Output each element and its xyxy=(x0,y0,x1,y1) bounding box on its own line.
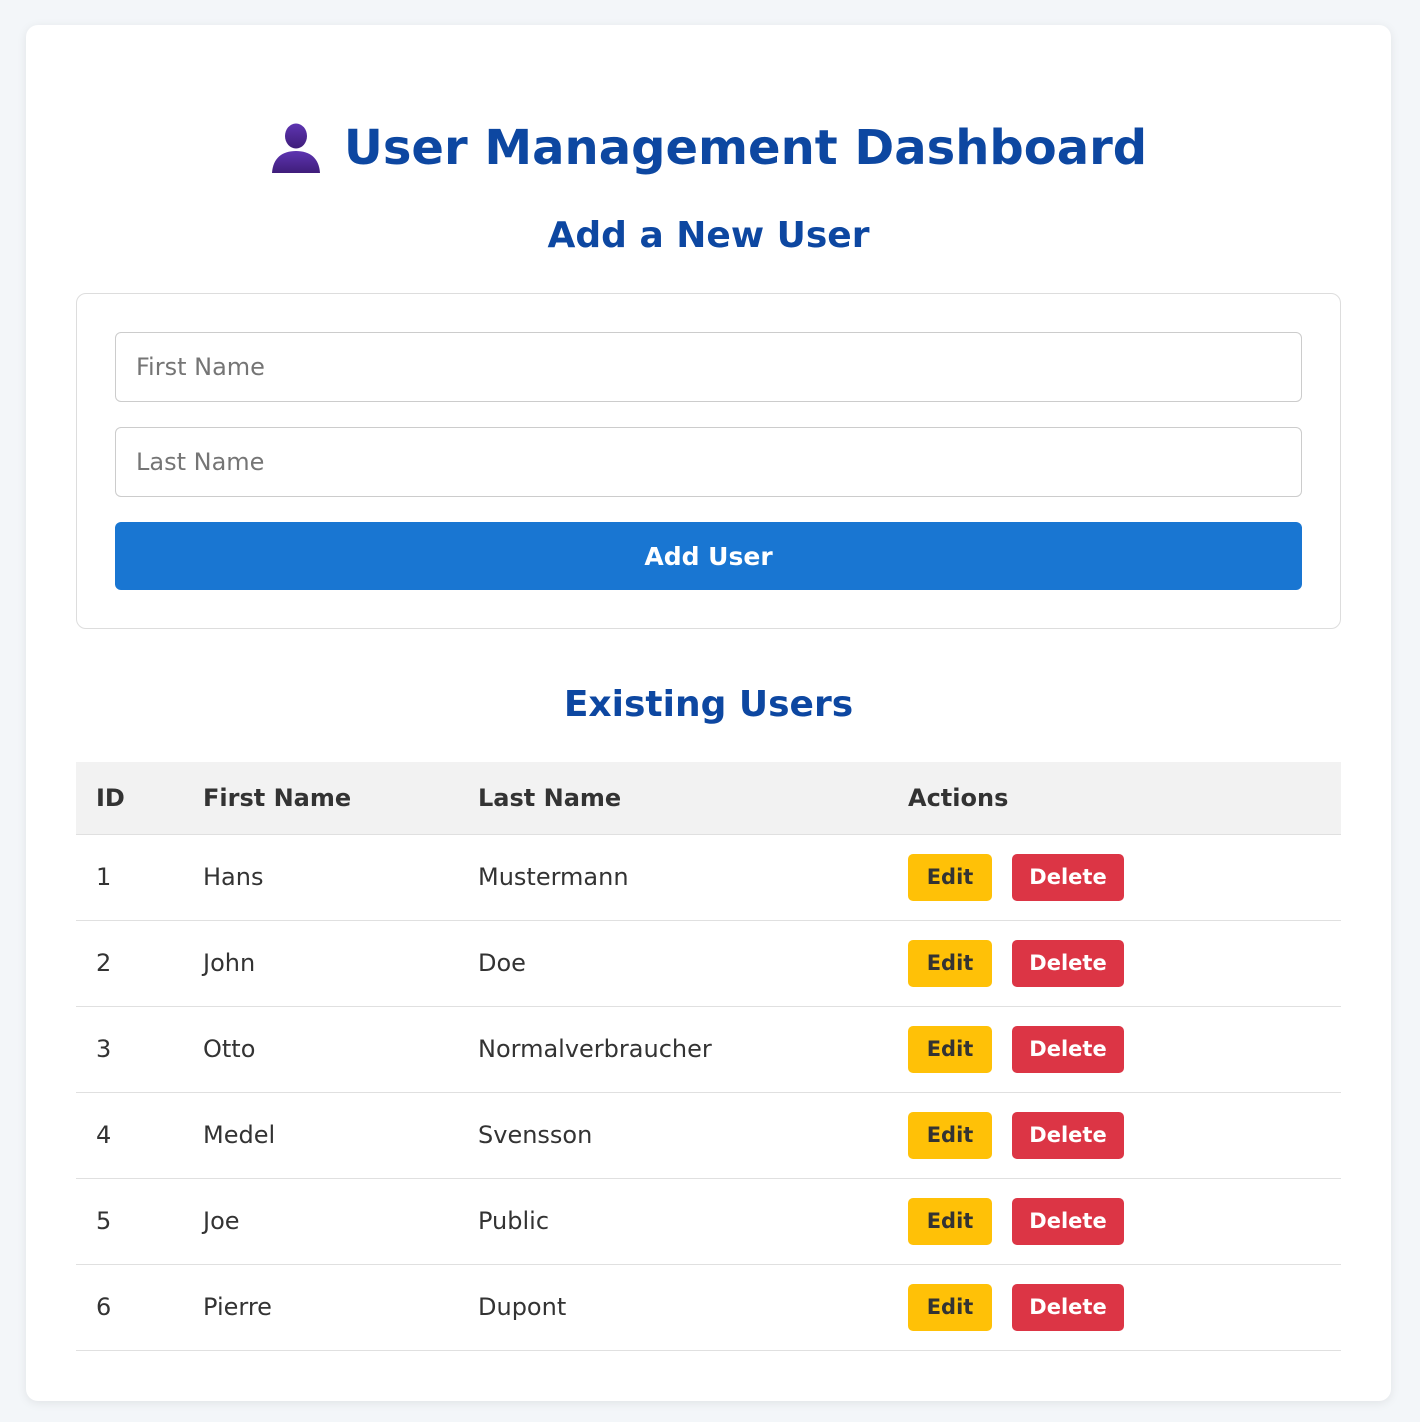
cell-actions: Edit Delete xyxy=(888,1092,1341,1179)
edit-button[interactable]: Edit xyxy=(908,1197,992,1245)
cell-first-name: Otto xyxy=(183,1006,458,1093)
cell-first-name: Medel xyxy=(183,1092,458,1179)
table-row: 5 Joe Public Edit Delete xyxy=(76,1178,1341,1265)
page-title: User Management Dashboard xyxy=(26,113,1391,183)
cell-last-name: Dupont xyxy=(458,1264,888,1351)
add-user-form: Add User xyxy=(76,293,1341,629)
delete-button[interactable]: Delete xyxy=(1012,1197,1124,1245)
column-header-last-name: Last Name xyxy=(458,762,888,835)
cell-first-name: John xyxy=(183,920,458,1007)
cell-actions: Edit Delete xyxy=(888,920,1341,1007)
column-header-actions: Actions xyxy=(888,762,1341,835)
table-row: 3 Otto Normalverbraucher Edit Delete xyxy=(76,1006,1341,1093)
add-user-heading: Add a New User xyxy=(547,215,870,256)
edit-button[interactable]: Edit xyxy=(908,939,992,987)
page-title-text: User Management Dashboard xyxy=(343,120,1148,176)
delete-button[interactable]: Delete xyxy=(1012,1111,1124,1159)
delete-button[interactable]: Delete xyxy=(1012,1025,1124,1073)
cell-first-name: Hans xyxy=(183,834,458,921)
dashboard-card: User Management Dashboard Add a New User… xyxy=(26,25,1391,1401)
users-table: ID First Name Last Name Actions 1 Hans M… xyxy=(76,762,1341,1351)
table-row: 1 Hans Mustermann Edit Delete xyxy=(76,834,1341,921)
delete-button[interactable]: Delete xyxy=(1012,1283,1124,1331)
cell-actions: Edit Delete xyxy=(888,1006,1341,1093)
add-user-button[interactable]: Add User xyxy=(115,522,1302,590)
table-header-row: ID First Name Last Name Actions xyxy=(76,762,1341,835)
table-row: 2 John Doe Edit Delete xyxy=(76,920,1341,1007)
cell-actions: Edit Delete xyxy=(888,834,1341,921)
edit-button[interactable]: Edit xyxy=(908,1283,992,1331)
cell-id: 4 xyxy=(76,1092,183,1179)
existing-users-heading: Existing Users xyxy=(563,684,854,725)
cell-id: 1 xyxy=(76,834,183,921)
cell-last-name: Svensson xyxy=(458,1092,888,1179)
cell-id: 2 xyxy=(76,920,183,1007)
last-name-input[interactable] xyxy=(115,427,1302,497)
cell-first-name: Joe xyxy=(183,1178,458,1265)
cell-last-name: Normalverbraucher xyxy=(458,1006,888,1093)
edit-button[interactable]: Edit xyxy=(908,1025,992,1073)
cell-id: 3 xyxy=(76,1006,183,1093)
cell-id: 6 xyxy=(76,1264,183,1351)
table-row: 4 Medel Svensson Edit Delete xyxy=(76,1092,1341,1179)
cell-last-name: Doe xyxy=(458,920,888,1007)
user-icon xyxy=(271,123,320,173)
first-name-input[interactable] xyxy=(115,332,1302,402)
cell-actions: Edit Delete xyxy=(888,1264,1341,1351)
delete-button[interactable]: Delete xyxy=(1012,853,1124,901)
cell-last-name: Public xyxy=(458,1178,888,1265)
cell-id: 5 xyxy=(76,1178,183,1265)
cell-last-name: Mustermann xyxy=(458,834,888,921)
table-row: 6 Pierre Dupont Edit Delete xyxy=(76,1264,1341,1351)
cell-first-name: Pierre xyxy=(183,1264,458,1351)
cell-actions: Edit Delete xyxy=(888,1178,1341,1265)
column-header-id: ID xyxy=(76,762,183,835)
column-header-first-name: First Name xyxy=(183,762,458,835)
edit-button[interactable]: Edit xyxy=(908,1111,992,1159)
edit-button[interactable]: Edit xyxy=(908,853,992,901)
delete-button[interactable]: Delete xyxy=(1012,939,1124,987)
